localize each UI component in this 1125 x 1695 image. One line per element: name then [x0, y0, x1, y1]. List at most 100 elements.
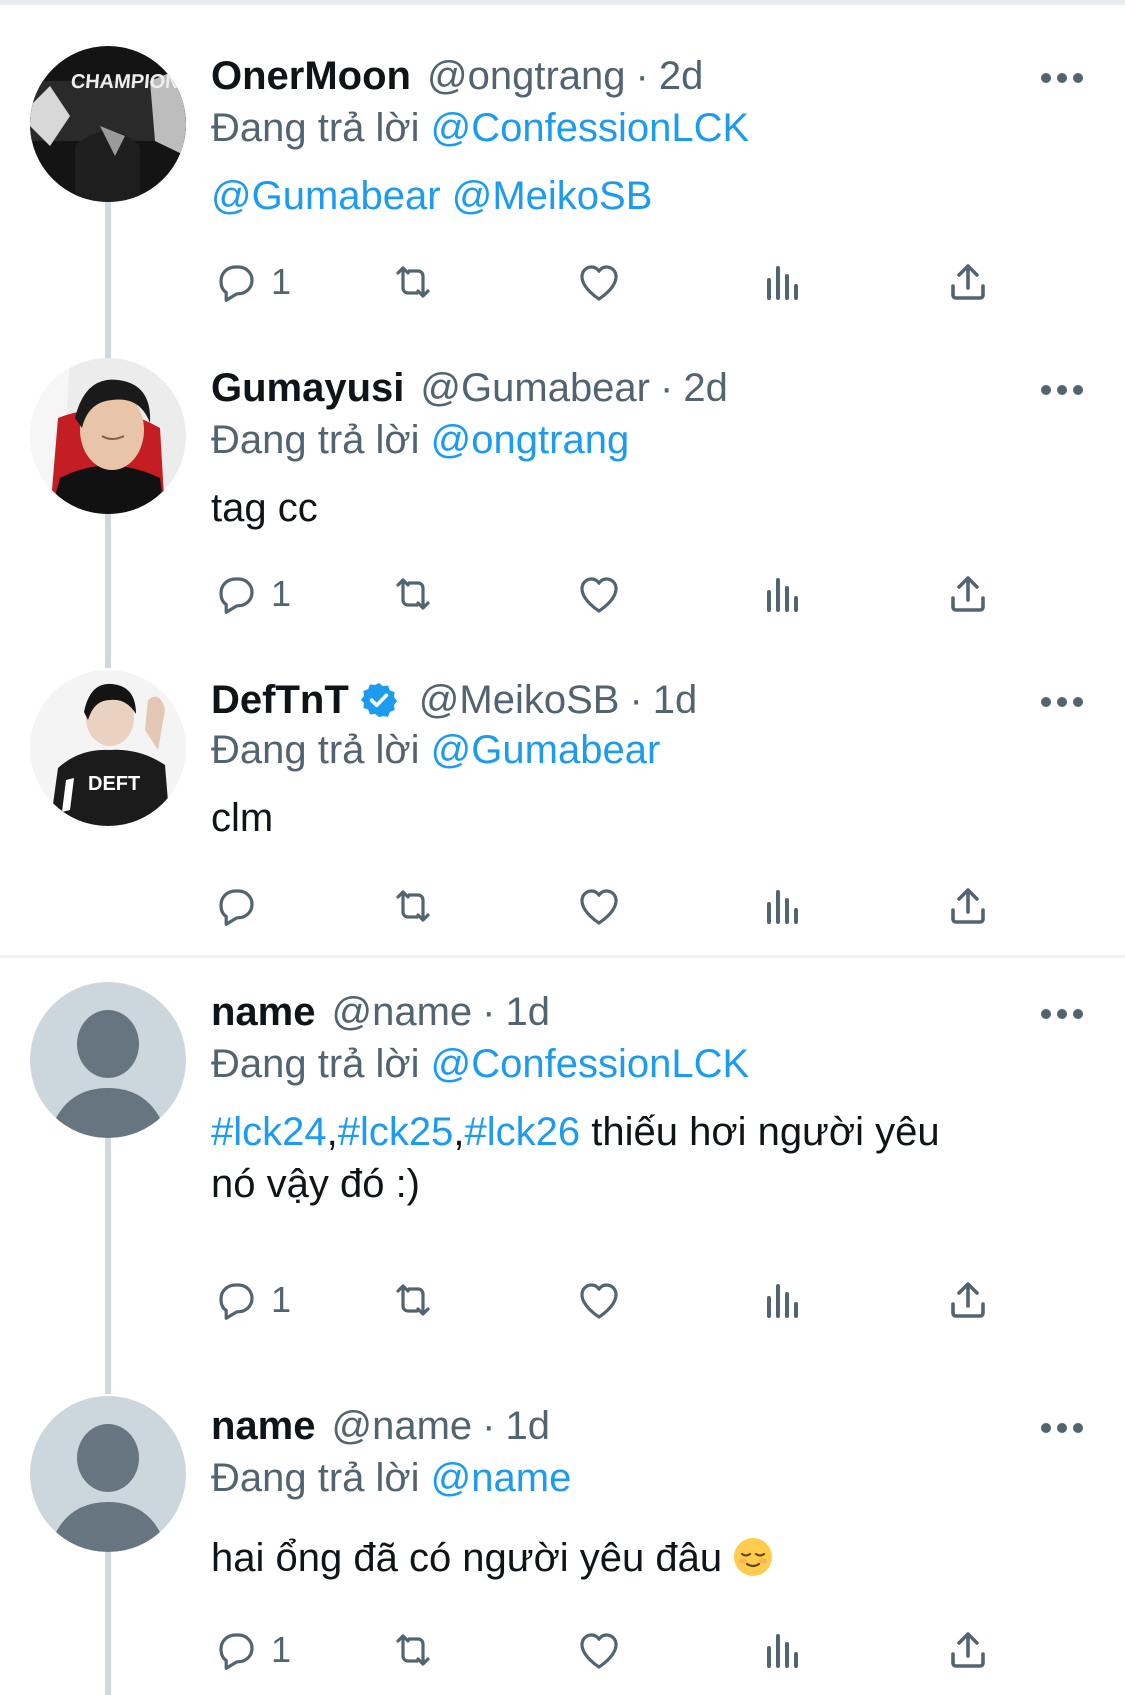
share-icon [951, 888, 985, 924]
reply-icon [219, 889, 254, 926]
display-name[interactable]: name [211, 986, 316, 1038]
reply-count: 1 [271, 1279, 292, 1320]
tweet[interactable]: name @name · 1d Đang trả lời @Confession… [0, 982, 1125, 1372]
separator-dot: · [482, 990, 496, 1034]
timestamp[interactable]: 2d [683, 362, 728, 414]
tweet-header: name @name · 1d [211, 1400, 550, 1452]
mention-link[interactable]: @Gumabear [211, 174, 441, 218]
separator-dot: · [629, 678, 643, 722]
user-handle[interactable]: @ongtrang [427, 50, 626, 102]
avatar[interactable]: CHAMPION [30, 46, 186, 202]
timestamp[interactable]: 2d [659, 50, 704, 102]
mention-link[interactable]: @MeikoSB [452, 174, 653, 218]
like-button[interactable] [575, 878, 623, 934]
share-button[interactable] [944, 878, 992, 934]
replying-to-mention[interactable]: @ConfessionLCK [431, 106, 750, 150]
hashtag-separator: , [326, 1110, 338, 1154]
more-icon[interactable] [1040, 72, 1084, 84]
replying-to: Đang trả lời @name [211, 1452, 571, 1504]
tweet-actions: 1 [211, 566, 1111, 622]
retweet-button[interactable] [389, 1272, 437, 1328]
avatar[interactable] [30, 982, 186, 1138]
tweet-actions: 1 [211, 1622, 1111, 1678]
user-handle[interactable]: @name [332, 1400, 473, 1452]
replying-to: Đang trả lời @Gumabear [211, 724, 660, 776]
replying-to-mention[interactable]: @name [431, 1456, 572, 1500]
share-icon [951, 1632, 985, 1668]
more-icon[interactable] [1040, 1422, 1084, 1434]
reply-icon [219, 265, 254, 302]
views-icon [767, 890, 798, 924]
hashtag-link[interactable]: #lck25 [338, 1110, 454, 1154]
replying-to-mention[interactable]: @ongtrang [431, 418, 630, 462]
display-name[interactable]: OnerMoon [211, 50, 411, 102]
more-icon[interactable] [1040, 1008, 1084, 1020]
tweet-text: #lck24,#lck25,#lck26 thiếu hơi người yêu… [211, 1106, 1041, 1210]
tweet-text: @Gumabear @MeikoSB [211, 170, 1041, 222]
views-button[interactable] [759, 1622, 807, 1678]
reply-icon [219, 1633, 254, 1670]
timestamp[interactable]: 1d [506, 1400, 551, 1452]
timestamp[interactable]: 1d [653, 674, 698, 726]
user-handle[interactable]: @Gumabear [420, 362, 650, 414]
views-icon [767, 1634, 798, 1668]
reply-button[interactable] [211, 878, 271, 934]
retweet-icon [396, 1284, 430, 1316]
retweet-icon [396, 890, 430, 922]
tweet-actions: 1 [211, 1272, 1111, 1328]
views-button[interactable] [759, 566, 807, 622]
tweet-text-content: hai ổng đã có người yêu đâu [211, 1536, 723, 1580]
like-button[interactable] [575, 254, 623, 310]
hashtag-link[interactable]: #lck24 [211, 1110, 327, 1154]
views-button[interactable] [759, 878, 807, 934]
like-button[interactable] [575, 1622, 623, 1678]
views-button[interactable] [759, 1272, 807, 1328]
user-handle[interactable]: @name [332, 986, 473, 1038]
like-icon [580, 889, 618, 925]
timestamp[interactable]: 1d [506, 986, 551, 1038]
share-button[interactable] [944, 1622, 992, 1678]
reply-button[interactable]: 1 [211, 566, 291, 622]
retweet-button[interactable] [389, 1622, 437, 1678]
tweet-header: name @name · 1d [211, 986, 550, 1038]
share-button[interactable] [944, 1272, 992, 1328]
replying-to: Đang trả lời @ConfessionLCK [211, 102, 749, 154]
retweet-button[interactable] [389, 254, 437, 310]
share-button[interactable] [944, 254, 992, 310]
tweet[interactable]: Gumayusi @Gumabear · 2d Đang trả lời @on… [0, 358, 1125, 648]
avatar-jersey-text: DEFT [88, 773, 140, 795]
replying-to-mention[interactable]: @Gumabear [431, 728, 661, 772]
avatar-champion-text: CHAMPION [70, 71, 181, 93]
avatar[interactable]: DEFT [30, 670, 186, 826]
more-icon[interactable] [1040, 696, 1084, 708]
tweet-header: DefTnT @MeikoSB · 1d [211, 674, 697, 726]
tweet[interactable]: DEFT DefTnT @MeikoSB · 1d Đang trả lời @… [0, 670, 1125, 950]
tweet[interactable]: name @name · 1d Đang trả lời @name hai ổ… [0, 1396, 1125, 1695]
views-button[interactable] [759, 254, 807, 310]
display-name[interactable]: name [211, 1400, 316, 1452]
avatar[interactable] [30, 1396, 186, 1552]
hashtag-link[interactable]: #lck26 [465, 1110, 581, 1154]
reply-button[interactable]: 1 [211, 254, 291, 310]
more-icon[interactable] [1040, 384, 1084, 396]
like-button[interactable] [575, 566, 623, 622]
user-handle[interactable]: @MeikoSB [419, 674, 620, 726]
reply-button[interactable]: 1 [211, 1622, 291, 1678]
display-name[interactable]: Gumayusi [211, 362, 404, 414]
share-button[interactable] [944, 566, 992, 622]
reply-button[interactable]: 1 [211, 1272, 291, 1328]
reply-icon [219, 577, 254, 614]
tweet[interactable]: CHAMPION OnerMoon @ongtrang · 2d Đang tr… [0, 46, 1125, 336]
display-name[interactable]: DefTnT [211, 674, 349, 726]
tweet-text-line: nó vậy đó :) [211, 1162, 421, 1206]
replying-to-label: Đang trả lời [211, 728, 420, 772]
replying-to: Đang trả lời @ongtrang [211, 414, 629, 466]
retweet-button[interactable] [389, 878, 437, 934]
replying-to-mention[interactable]: @ConfessionLCK [431, 1042, 750, 1086]
avatar[interactable] [30, 358, 186, 514]
like-button[interactable] [575, 1272, 623, 1328]
reply-count: 1 [271, 261, 292, 302]
share-icon [951, 264, 985, 300]
retweet-button[interactable] [389, 566, 437, 622]
tweet-header: OnerMoon @ongtrang · 2d [211, 50, 703, 102]
